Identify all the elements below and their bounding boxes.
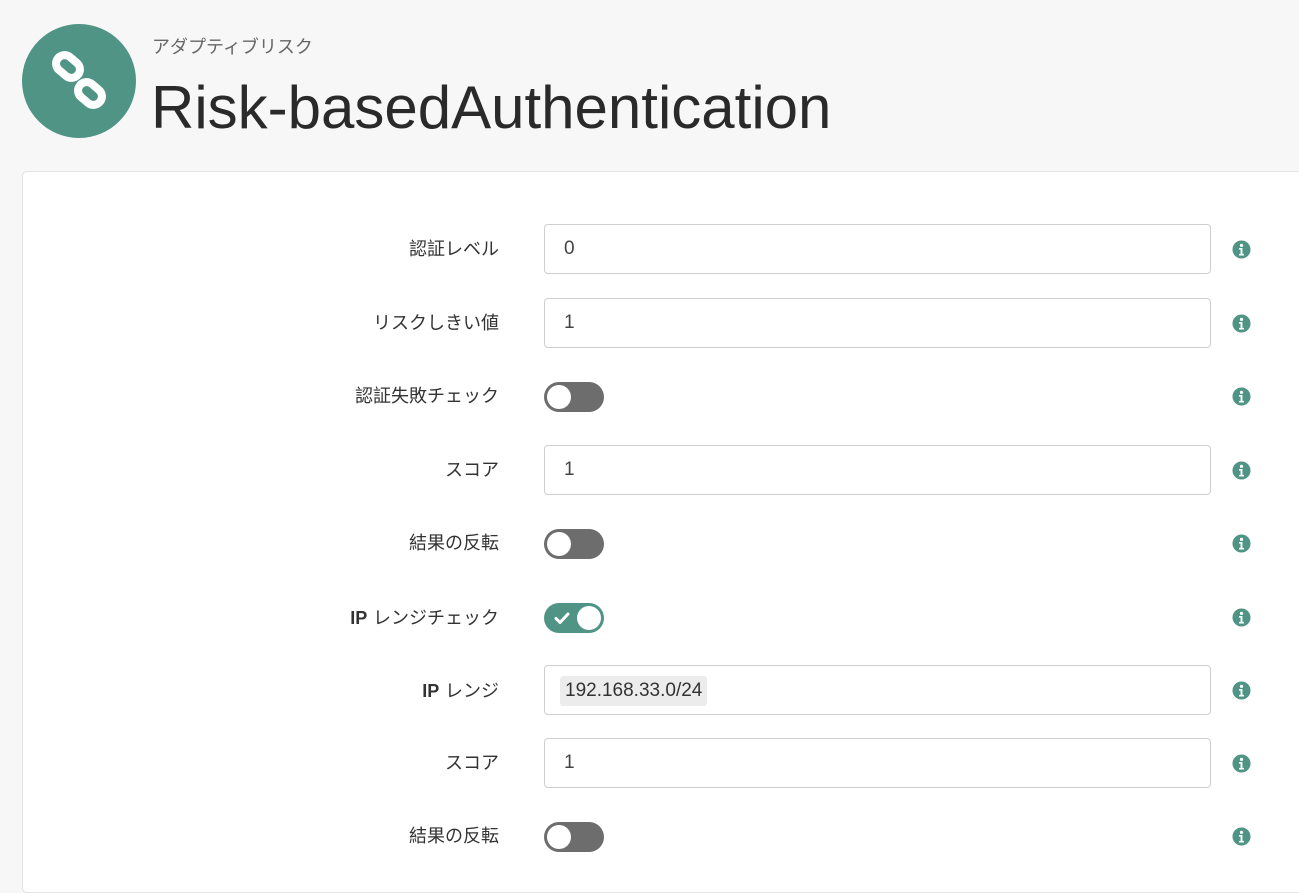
auth-failure-check-row: 認証失敗チェック xyxy=(23,371,1299,423)
invert-result-toggle-1[interactable] xyxy=(544,529,604,559)
invert-result-row-1: 結果の反転 xyxy=(23,518,1299,570)
toggle-knob xyxy=(577,606,601,630)
invert-result-label: 結果の反転 xyxy=(409,533,499,554)
info-icon[interactable] xyxy=(1232,754,1251,773)
ip-range-label: IP レンジ xyxy=(422,665,499,717)
score-input-2[interactable]: 1 xyxy=(544,738,1211,788)
info-icon[interactable] xyxy=(1232,608,1251,627)
ip-range-check-toggle[interactable] xyxy=(544,603,604,633)
link-icon xyxy=(52,51,106,109)
score-row-1: スコア 1 xyxy=(23,445,1299,497)
ip-range-check-row: IP レンジチェック xyxy=(23,592,1299,644)
ip-range-check-label: IP レンジチェック xyxy=(350,592,499,644)
score-label: スコア xyxy=(445,753,499,774)
ip-range-tag[interactable]: 192.168.33.0/24 xyxy=(560,676,708,706)
ip-prefix: IP xyxy=(422,681,440,701)
risk-threshold-label: リスクしきい値 xyxy=(373,313,499,334)
toggle-knob xyxy=(547,825,571,849)
invert-result-label: 結果の反転 xyxy=(409,826,499,847)
auth-level-label: 認証レベル xyxy=(409,239,499,260)
ip-range-input[interactable]: 192.168.33.0/24 xyxy=(544,665,1211,715)
auth-failure-check-toggle[interactable] xyxy=(544,382,604,412)
risk-threshold-row: リスクしきい値 1 xyxy=(23,298,1299,350)
auth-level-row: 認証レベル 0 xyxy=(23,224,1299,276)
app-logo xyxy=(22,24,136,138)
ip-prefix: IP xyxy=(350,608,368,628)
invert-result-row-2: 結果の反転 xyxy=(23,811,1299,863)
ip-range-row: IP レンジ 192.168.33.0/24 xyxy=(23,665,1299,717)
settings-card: 認証レベル 0 リスクしきい値 1 認証失敗チェック スコア 1 結果の反転 I… xyxy=(22,171,1299,893)
info-icon[interactable] xyxy=(1232,461,1251,480)
auth-failure-check-label: 認証失敗チェック xyxy=(355,386,499,407)
score-label: スコア xyxy=(445,460,499,481)
toggle-knob xyxy=(547,532,571,556)
page-subtitle: アダプティブリスク xyxy=(152,37,313,58)
info-icon[interactable] xyxy=(1232,681,1251,700)
info-icon[interactable] xyxy=(1232,534,1251,553)
info-icon[interactable] xyxy=(1232,314,1251,333)
score-input-1[interactable]: 1 xyxy=(544,445,1211,495)
invert-result-toggle-2[interactable] xyxy=(544,822,604,852)
ip-range-check-suffix: レンジチェック xyxy=(367,608,499,629)
auth-level-input[interactable]: 0 xyxy=(544,224,1211,274)
score-row-2: スコア 1 xyxy=(23,738,1299,790)
info-icon[interactable] xyxy=(1232,387,1251,406)
page-header: アダプティブリスク Risk-basedAuthentication xyxy=(0,0,1299,170)
info-icon[interactable] xyxy=(1232,240,1251,259)
check-icon xyxy=(554,612,570,624)
page-title: Risk-basedAuthentication xyxy=(151,74,832,141)
ip-range-suffix: レンジ xyxy=(439,681,499,702)
risk-threshold-input[interactable]: 1 xyxy=(544,298,1211,348)
toggle-knob xyxy=(547,385,571,409)
info-icon[interactable] xyxy=(1232,827,1251,846)
